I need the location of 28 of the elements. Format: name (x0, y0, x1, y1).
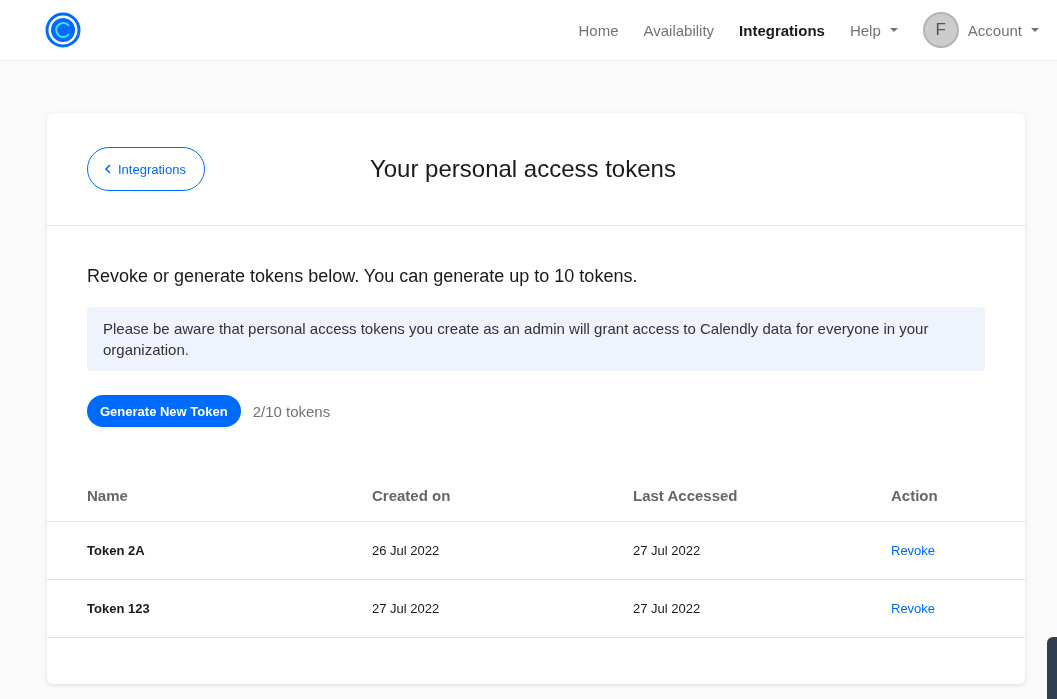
created-date: 26 Jul 2022 (372, 543, 440, 558)
column-header: Last Accessed (633, 486, 739, 504)
column-header: Action (891, 486, 939, 504)
account-menu[interactable]: Account (967, 21, 1039, 39)
nav-link[interactable]: Help (849, 21, 898, 39)
intro-text: Revoke or generate tokens below. You can generate up to 10 tokens. (87, 266, 639, 287)
caret-icon (1031, 28, 1039, 32)
revoke-link[interactable]: Revoke (891, 543, 936, 558)
last-accessed-date: 27 Jul 2022 (633, 601, 701, 616)
avatar[interactable]: F (922, 12, 959, 48)
nav-link[interactable]: Integrations (739, 21, 825, 39)
generate-token-button[interactable]: Generate New Token (87, 395, 241, 427)
nav-link[interactable]: Availability (643, 21, 715, 39)
chevron-left-icon (104, 164, 112, 174)
created-date: 27 Jul 2022 (372, 601, 440, 616)
last-accessed-date: 27 Jul 2022 (633, 543, 701, 558)
nav-link[interactable]: Home (578, 21, 619, 39)
admin-notice: Please be aware that personal access tokens you create as an admin will grant access to Calendly data for everyone in your organization. (87, 307, 985, 371)
logo-icon[interactable] (45, 12, 81, 48)
caret-icon (889, 28, 898, 32)
token-name: Token 123 (87, 601, 150, 616)
token-count: 2/10 tokens (252, 402, 331, 420)
column-header: Name (87, 486, 129, 504)
column-header: Created on (372, 486, 452, 504)
token-name: Token 2A (87, 543, 145, 558)
back-button[interactable]: Integrations (87, 147, 205, 191)
revoke-link[interactable]: Revoke (891, 601, 936, 616)
page-title: Your personal access tokens (369, 155, 676, 183)
